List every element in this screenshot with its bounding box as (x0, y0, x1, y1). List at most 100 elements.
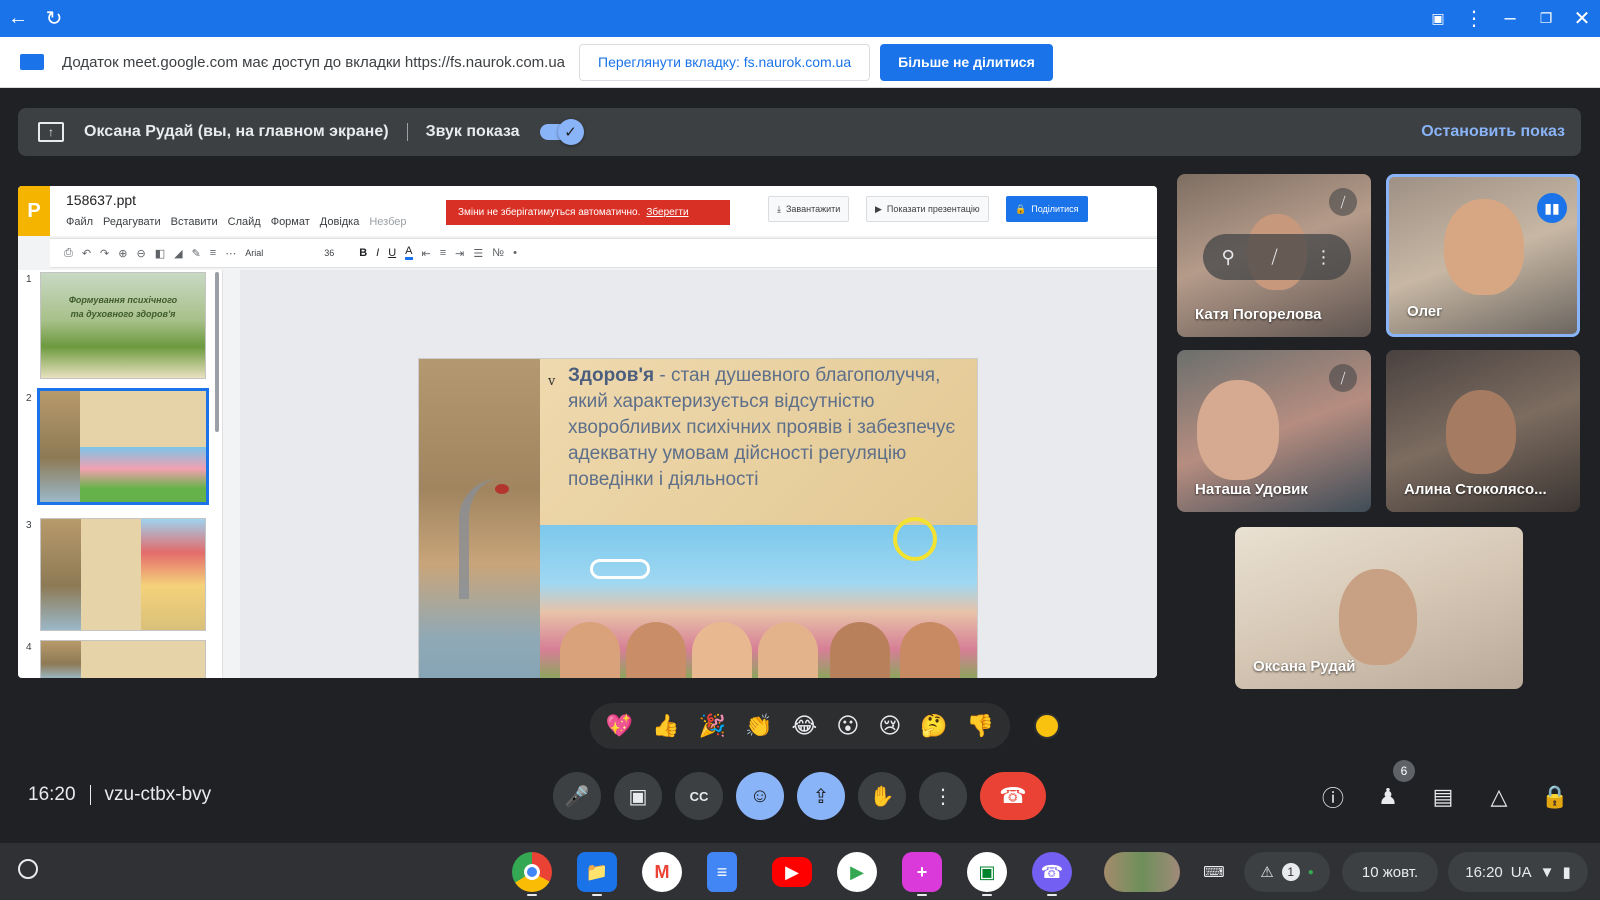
raise-hand-button[interactable]: ✋ (858, 772, 906, 820)
more-vert-icon[interactable]: ⋮ (1456, 0, 1492, 37)
current-slide[interactable]: v Здоров'я - стан душевного благополуччя… (418, 358, 978, 678)
minimize-icon[interactable]: – (1492, 0, 1528, 37)
camera-icon[interactable]: ▣ (1420, 0, 1456, 37)
holding-space-preview[interactable] (1104, 852, 1180, 892)
presenting-banner: ↑ Оксана Рудай (вы, на главном экране) З… (18, 108, 1581, 156)
youtube-icon[interactable]: ▶ (772, 857, 812, 887)
date-tray[interactable]: 10 жовт. (1342, 852, 1438, 892)
slide-thumbnail-2[interactable] (37, 388, 209, 505)
stop-sharing-button[interactable]: Більше не ділитися (880, 43, 1053, 81)
stop-presenting-button[interactable]: Остановить показ (1421, 123, 1565, 141)
present-now-button[interactable]: ⇪ (797, 772, 845, 820)
menu-insert[interactable]: Вставити (171, 216, 218, 228)
jamboard-icon[interactable]: + (902, 852, 942, 892)
undo-icon[interactable]: ↶ (82, 247, 91, 260)
host-controls-button[interactable]: 🔒 (1540, 782, 1570, 812)
close-icon[interactable]: ✕ (1564, 0, 1600, 37)
redo-icon[interactable]: ↷ (100, 247, 109, 260)
screen-share-icon (20, 54, 44, 70)
play-store-icon[interactable]: ▶ (837, 852, 877, 892)
self-view-tile[interactable]: Оксана Рудай (1235, 527, 1523, 689)
line-dash-icon[interactable]: ⋯ (225, 247, 236, 260)
text-color-icon[interactable]: A (405, 246, 413, 260)
people-button[interactable]: ♟ (1373, 782, 1403, 812)
meeting-details-button[interactable]: ⓘ (1318, 782, 1348, 812)
more-vert-icon[interactable]: ⋮ (1315, 247, 1333, 268)
zoom-out-icon[interactable]: ⊖ (136, 247, 145, 260)
justify-icon[interactable]: ☰ (473, 247, 483, 260)
chat-button[interactable]: ▤ (1428, 782, 1458, 812)
sound-toggle[interactable]: ✓ (539, 119, 584, 145)
skin-tone-button[interactable] (1034, 713, 1060, 739)
participant-tile[interactable]: ⧸ Наташа Удовик (1177, 350, 1371, 512)
thumbnail-scrollbar[interactable] (215, 272, 219, 432)
more-options-button[interactable]: ⋮ (919, 772, 967, 820)
viber-icon[interactable]: ☎ (1032, 852, 1072, 892)
textbox-icon[interactable]: ◧ (155, 247, 165, 260)
reaction-sad-icon[interactable]: 😢 (878, 713, 901, 739)
restore-icon[interactable]: ❐ (1528, 0, 1564, 37)
pen-icon[interactable]: ✎ (192, 247, 201, 260)
present-button[interactable]: ▶ Показати презентацію (866, 196, 989, 222)
underline-icon[interactable]: U (388, 247, 396, 259)
pin-icon[interactable]: ⚲ (1221, 247, 1234, 268)
numbered-list-icon[interactable]: № (492, 247, 504, 259)
menu-edit[interactable]: Редагувати (103, 216, 161, 228)
keyboard-icon[interactable]: ⌨ (1194, 852, 1234, 892)
gmail-icon[interactable]: M (642, 852, 682, 892)
print-icon[interactable]: ⎙ (64, 247, 73, 260)
notification-tray[interactable]: ⚠ 1 ● (1244, 852, 1330, 892)
reaction-thinking-icon[interactable]: 🤔 (920, 713, 947, 739)
zoom-in-icon[interactable]: ⊕ (118, 247, 127, 260)
reaction-clap-icon[interactable]: 👏 (745, 713, 772, 739)
save-link[interactable]: Зберегти (646, 207, 688, 218)
system-tray[interactable]: 16:20 UA ▼ ▮ (1448, 852, 1588, 892)
view-tab-button[interactable]: Переглянути вкладку: fs.naurok.com.ua (579, 43, 871, 81)
participant-name: Катя Погорелова (1195, 306, 1322, 323)
slide-thumbnail-3[interactable] (40, 518, 206, 631)
mic-off-icon[interactable]: ⧸ (1272, 247, 1278, 268)
reaction-thumbs-down-icon[interactable]: 👎 (967, 713, 994, 739)
captions-button[interactable]: CC (675, 772, 723, 820)
launcher-icon[interactable] (18, 859, 38, 879)
files-icon[interactable]: 📁 (577, 852, 617, 892)
reaction-surprised-icon[interactable]: 😮 (836, 713, 859, 739)
menu-slide[interactable]: Слайд (228, 216, 261, 228)
slide-thumbnail-4[interactable] (40, 640, 206, 678)
participant-tile-active[interactable]: ▮▮ Олег (1386, 174, 1580, 337)
meet-icon[interactable]: ▣ (967, 852, 1007, 892)
font-select[interactable]: Arial (245, 248, 315, 258)
menu-file[interactable]: Файл (66, 216, 93, 228)
chrome-icon[interactable] (512, 852, 552, 892)
activities-button[interactable]: △ (1484, 782, 1514, 812)
docs-icon[interactable]: ≡ (707, 852, 737, 892)
fill-icon[interactable]: ◢ (174, 247, 182, 260)
participant-tile[interactable]: Алина Стоколясо... (1386, 350, 1580, 512)
download-button[interactable]: ⤓ Завантажити (768, 196, 850, 222)
line-weight-icon[interactable]: ≡ (210, 247, 216, 259)
menu-help[interactable]: Довідка (320, 216, 360, 228)
microphone-button[interactable]: 🎤 (553, 772, 601, 820)
reaction-laugh-icon[interactable]: 😂 (792, 713, 818, 739)
warning-text: Зміни не зберігатимуться автоматично. (458, 207, 641, 218)
bulleted-list-icon[interactable]: • (513, 247, 517, 259)
italic-icon[interactable]: I (376, 247, 379, 259)
bold-icon[interactable]: B (359, 247, 367, 259)
align-center-icon[interactable]: ≡ (440, 247, 446, 259)
menu-format[interactable]: Формат (271, 216, 310, 228)
font-size-select[interactable]: 36 (324, 248, 350, 258)
camera-button[interactable]: ▣ (614, 772, 662, 820)
participant-tile[interactable]: ⧸ ⚲ ⧸ ⋮ Катя Погорелова (1177, 174, 1371, 337)
slide-thumbnail-1[interactable]: Формування психічного та духовного здоро… (40, 272, 206, 379)
align-right-icon[interactable]: ⇥ (455, 247, 464, 260)
reaction-party-icon[interactable]: 🎉 (699, 713, 726, 739)
reaction-thumbs-up-icon[interactable]: 👍 (652, 713, 679, 739)
arrow-left-icon[interactable]: ← (0, 0, 36, 37)
leave-call-button[interactable]: ☎ (980, 772, 1046, 820)
reload-icon[interactable]: ↻ (36, 0, 72, 37)
align-left-icon[interactable]: ⇤ (422, 247, 431, 260)
emoji-button[interactable]: ☺ (736, 772, 784, 820)
document-title[interactable]: 158637.ppt (66, 192, 136, 208)
share-button[interactable]: 🔒 Поділитися (1006, 196, 1088, 222)
reaction-heart-icon[interactable]: 💖 (606, 713, 633, 739)
